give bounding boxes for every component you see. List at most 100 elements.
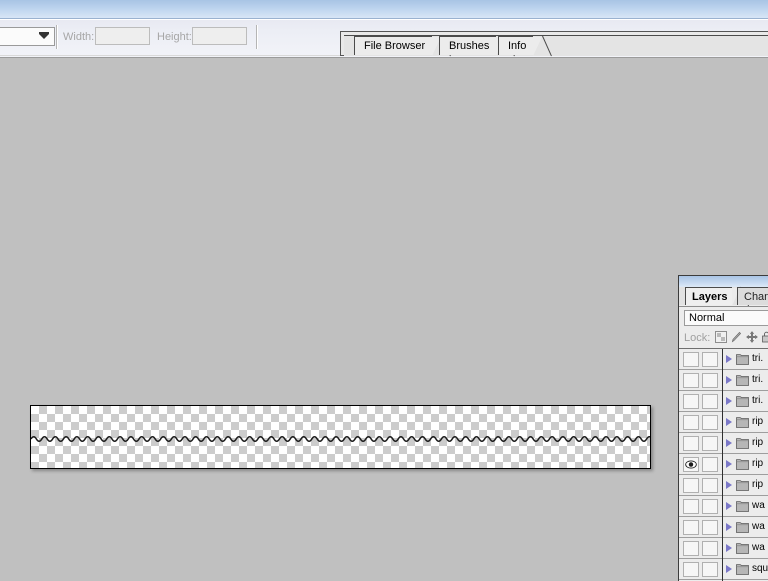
layers-list[interactable]: tri. tri. tri. rip rip rip rip wa wa wa squ — [679, 348, 768, 581]
layer-row[interactable]: rip — [679, 475, 768, 496]
layer-row[interactable]: tri. — [679, 349, 768, 370]
layer-row[interactable]: tri. — [679, 370, 768, 391]
width-label: Width: — [63, 31, 95, 43]
lock-image-icon[interactable] — [731, 331, 743, 346]
layer-name: squ — [752, 563, 768, 574]
layer-link-toggle[interactable] — [702, 436, 718, 451]
group-expand-triangle-icon[interactable] — [726, 544, 732, 552]
palette-well-tabs: File Browser Brushes Info — [344, 35, 768, 57]
group-expand-triangle-icon[interactable] — [726, 523, 732, 531]
group-expand-triangle-icon[interactable] — [726, 355, 732, 363]
layer-link-toggle[interactable] — [702, 499, 718, 514]
photoshop-window: Width: Height: File Browser Brushes Info… — [0, 0, 768, 581]
layer-group-folder-icon — [736, 375, 749, 386]
layer-link-toggle[interactable] — [702, 478, 718, 493]
layer-link-toggle[interactable] — [702, 541, 718, 556]
layer-group-folder-icon — [736, 564, 749, 575]
layer-name: rip — [752, 479, 764, 490]
layer-group-folder-icon — [736, 543, 749, 554]
layer-group-folder-icon — [736, 459, 749, 470]
group-expand-triangle-icon[interactable] — [726, 376, 732, 384]
group-expand-triangle-icon[interactable] — [726, 460, 732, 468]
layer-row[interactable]: squ — [679, 559, 768, 580]
layer-row[interactable]: wa — [679, 538, 768, 559]
tab-channels-label: Channe — [744, 291, 768, 303]
layer-visibility-toggle[interactable] — [683, 520, 699, 535]
layer-visibility-toggle[interactable] — [683, 499, 699, 514]
layer-visibility-toggle[interactable] — [683, 457, 699, 472]
layer-visibility-toggle[interactable] — [683, 436, 699, 451]
layer-column-divider — [722, 475, 723, 496]
layer-link-toggle[interactable] — [702, 373, 718, 388]
lock-controls-row: Lock: — [679, 328, 768, 348]
layer-group-folder-icon — [736, 354, 749, 365]
layer-name: rip — [752, 416, 764, 427]
layer-visibility-toggle[interactable] — [683, 478, 699, 493]
group-expand-triangle-icon[interactable] — [726, 502, 732, 510]
blend-mode-row: Normal — [679, 306, 768, 328]
layer-column-divider — [722, 433, 723, 454]
layer-name: tri. — [752, 395, 764, 406]
options-divider-1 — [56, 25, 58, 49]
height-input[interactable] — [192, 27, 247, 45]
layer-link-toggle[interactable] — [702, 562, 718, 577]
layer-visibility-toggle[interactable] — [683, 562, 699, 577]
layer-name: wa — [752, 521, 765, 532]
layer-column-divider — [722, 496, 723, 517]
layer-visibility-toggle[interactable] — [683, 373, 699, 388]
eye-icon — [685, 460, 697, 469]
layer-group-folder-icon — [736, 501, 749, 512]
layer-row[interactable]: wa — [679, 517, 768, 538]
layer-row[interactable]: wa — [679, 496, 768, 517]
lock-transparency-icon[interactable] — [715, 331, 727, 346]
tab-layers[interactable]: Layers — [685, 286, 750, 307]
tab-brushes-label: Brushes — [449, 40, 490, 52]
lock-label: Lock: — [684, 332, 711, 344]
blend-mode-value: Normal — [689, 312, 725, 324]
layer-link-toggle[interactable] — [702, 394, 718, 409]
layer-row[interactable]: rip — [679, 433, 768, 454]
layer-group-folder-icon — [736, 417, 749, 428]
layer-group-folder-icon — [736, 438, 749, 449]
layer-link-toggle[interactable] — [702, 520, 718, 535]
group-expand-triangle-icon[interactable] — [726, 481, 732, 489]
layer-column-divider — [722, 538, 723, 559]
group-expand-triangle-icon[interactable] — [726, 418, 732, 426]
group-expand-triangle-icon[interactable] — [726, 565, 732, 573]
layer-link-toggle[interactable] — [702, 415, 718, 430]
palette-well-dock: File Browser Brushes Info — [340, 31, 768, 57]
layer-visibility-toggle[interactable] — [683, 352, 699, 367]
tab-info-label: Info — [508, 40, 527, 52]
height-label: Height: — [157, 31, 192, 43]
layers-palette-titlebar — [679, 276, 768, 287]
layer-column-divider — [722, 349, 723, 370]
tab-info[interactable]: Info — [498, 35, 553, 57]
chevron-down-icon — [39, 32, 49, 39]
layer-row[interactable]: tri. — [679, 391, 768, 412]
lock-all-icon[interactable] — [761, 331, 768, 346]
layer-name: tri. — [752, 353, 764, 364]
layer-column-divider — [722, 559, 723, 580]
lock-position-icon[interactable] — [746, 331, 758, 346]
layer-row[interactable]: rip — [679, 412, 768, 433]
document-canvas-window[interactable] — [30, 405, 651, 469]
layer-link-toggle[interactable] — [702, 352, 718, 367]
layer-link-toggle[interactable] — [702, 457, 718, 472]
layer-name: rip — [752, 458, 764, 469]
layer-column-divider — [722, 412, 723, 433]
ripple-wave-artwork — [31, 406, 650, 468]
tab-channels[interactable]: Channe — [737, 287, 768, 305]
width-input[interactable] — [95, 27, 150, 45]
group-expand-triangle-icon[interactable] — [726, 439, 732, 447]
tool-preset-picker[interactable] — [0, 27, 55, 46]
tab-file-browser[interactable]: File Browser — [354, 35, 452, 57]
tab-brushes[interactable]: Brushes — [439, 35, 516, 57]
group-expand-triangle-icon[interactable] — [726, 397, 732, 405]
layer-visibility-toggle[interactable] — [683, 415, 699, 430]
blend-mode-select[interactable]: Normal — [684, 310, 768, 326]
layer-visibility-toggle[interactable] — [683, 541, 699, 556]
layer-visibility-toggle[interactable] — [683, 394, 699, 409]
application-titlebar — [0, 0, 768, 19]
layer-column-divider — [722, 391, 723, 412]
layer-row[interactable]: rip — [679, 454, 768, 475]
